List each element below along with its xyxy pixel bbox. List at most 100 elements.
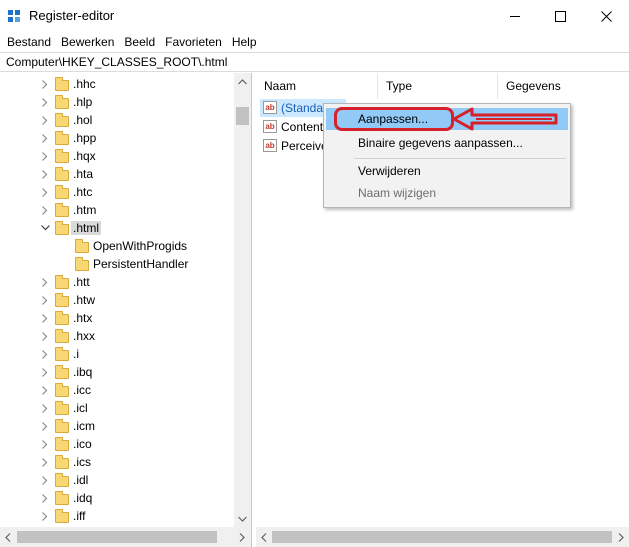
chevron-down-icon[interactable] [40,223,50,233]
scroll-up-icon[interactable] [234,73,251,90]
folder-icon [55,113,69,127]
window-title: Register-editor [29,8,115,23]
tree-vertical-scrollbar[interactable] [234,73,251,527]
values-hscroll-thumb[interactable] [272,531,612,543]
tree-item[interactable]: OpenWithProgids [0,237,234,255]
folder-icon [55,473,69,487]
tree-item[interactable]: .ics [0,453,234,471]
tree-item-label: .idl [73,473,89,487]
scroll-right-icon[interactable] [234,527,250,547]
menu-favorieten[interactable]: Favorieten [160,32,227,52]
menu-bestand[interactable]: Bestand [2,32,56,52]
folder-icon [55,509,69,523]
folder-icon [55,167,69,181]
chevron-right-icon[interactable] [40,205,50,215]
chevron-right-icon[interactable] [40,403,50,413]
maximize-button[interactable] [537,0,583,32]
tree-item[interactable]: .ico [0,435,234,453]
chevron-right-icon[interactable] [40,115,50,125]
folder-icon [55,77,69,91]
scroll-right-icon[interactable] [613,527,629,547]
chevron-right-icon[interactable] [40,169,50,179]
tree-scroll-thumb[interactable] [236,107,249,125]
address-bar[interactable]: Computer\HKEY_CLASSES_ROOT\.html [0,52,629,72]
tree-item[interactable]: .htm [0,201,234,219]
folder-icon [55,365,69,379]
tree-item[interactable]: .hhc [0,75,234,93]
values-horizontal-scrollbar[interactable] [256,527,629,547]
menu-beeld[interactable]: Beeld [119,32,160,52]
tree-item-label: .hhc [73,77,96,91]
tree-item-label: .hxx [73,329,96,343]
column-header-data[interactable]: Gegevens [498,73,629,99]
tree-item[interactable]: .icc [0,381,234,399]
menu-help[interactable]: Help [227,32,262,52]
chevron-right-icon[interactable] [40,331,50,341]
chevron-right-icon[interactable] [40,277,50,287]
string-value-icon: ab [263,120,277,133]
chevron-right-icon[interactable] [40,187,50,197]
minimize-button[interactable] [492,0,538,32]
tree-item-label: .htx [73,311,93,325]
folder-icon [55,491,69,505]
tree-item[interactable]: PersistentHandler [0,255,234,273]
folder-icon [55,311,69,325]
tree-item[interactable]: .html [0,219,234,237]
chevron-right-icon[interactable] [40,367,50,377]
column-header-type[interactable]: Type [378,73,498,99]
tree-item[interactable]: .htw [0,291,234,309]
tree-item[interactable]: .htt [0,273,234,291]
folder-icon [55,203,69,217]
folder-icon [55,419,69,433]
chevron-right-icon[interactable] [40,133,50,143]
chevron-right-icon[interactable] [40,475,50,485]
tree-item[interactable]: .icl [0,399,234,417]
tree-item-label: .icm [73,419,95,433]
tree-item[interactable]: .htx [0,309,234,327]
tree-horizontal-scrollbar[interactable] [0,527,251,547]
menu-bewerken[interactable]: Bewerken [56,32,119,52]
scroll-left-icon[interactable] [256,527,272,547]
scroll-down-icon[interactable] [234,510,251,527]
tree-item[interactable]: .hol [0,111,234,129]
tree-item[interactable]: .hqx [0,147,234,165]
tree-item[interactable]: .hta [0,165,234,183]
chevron-right-icon[interactable] [40,79,50,89]
chevron-right-icon[interactable] [40,313,50,323]
chevron-right-icon[interactable] [40,421,50,431]
key-tree: .hhc .hlp .hol .hpp .hqx .hta .htc .htm .html Ope… [0,73,252,547]
chevron-right-icon[interactable] [40,151,50,161]
tree-item[interactable]: .i [0,345,234,363]
chevron-right-icon[interactable] [40,493,50,503]
tree-item-label: .icl [73,401,88,415]
tree-item[interactable]: .idl [0,471,234,489]
tree-item-label: .htm [73,203,97,217]
chevron-right-icon[interactable] [40,385,50,395]
folder-icon [55,131,69,145]
chevron-right-icon[interactable] [40,295,50,305]
minimize-icon [509,15,520,17]
chevron-right-icon[interactable] [40,349,50,359]
close-button[interactable] [583,0,629,32]
tree-hscroll-thumb[interactable] [17,531,217,543]
value-name: Content [281,120,324,134]
menu-item-delete[interactable]: Verwijderen [326,160,568,182]
menu-item-modify-binary[interactable]: Binaire gegevens aanpassen... [326,132,568,154]
tree-item[interactable]: .hpp [0,129,234,147]
tree-item[interactable]: .hlp [0,93,234,111]
chevron-right-icon[interactable] [40,97,50,107]
chevron-right-icon[interactable] [40,511,50,521]
tree-item[interactable]: .hxx [0,327,234,345]
chevron-right-icon[interactable] [40,457,50,467]
tree-item-label: .htt [73,275,90,289]
tree-item[interactable]: .ibq [0,363,234,381]
tree-item[interactable]: .htc [0,183,234,201]
scroll-left-icon[interactable] [0,527,16,547]
tree-item-label: .html [71,221,102,235]
tree-item[interactable]: .idq [0,489,234,507]
chevron-right-icon[interactable] [40,439,50,449]
tree-item-label: .hqx [73,149,96,163]
tree-item[interactable]: .icm [0,417,234,435]
column-header-name[interactable]: Naam [256,73,378,99]
tree-item[interactable]: .iff [0,507,234,525]
